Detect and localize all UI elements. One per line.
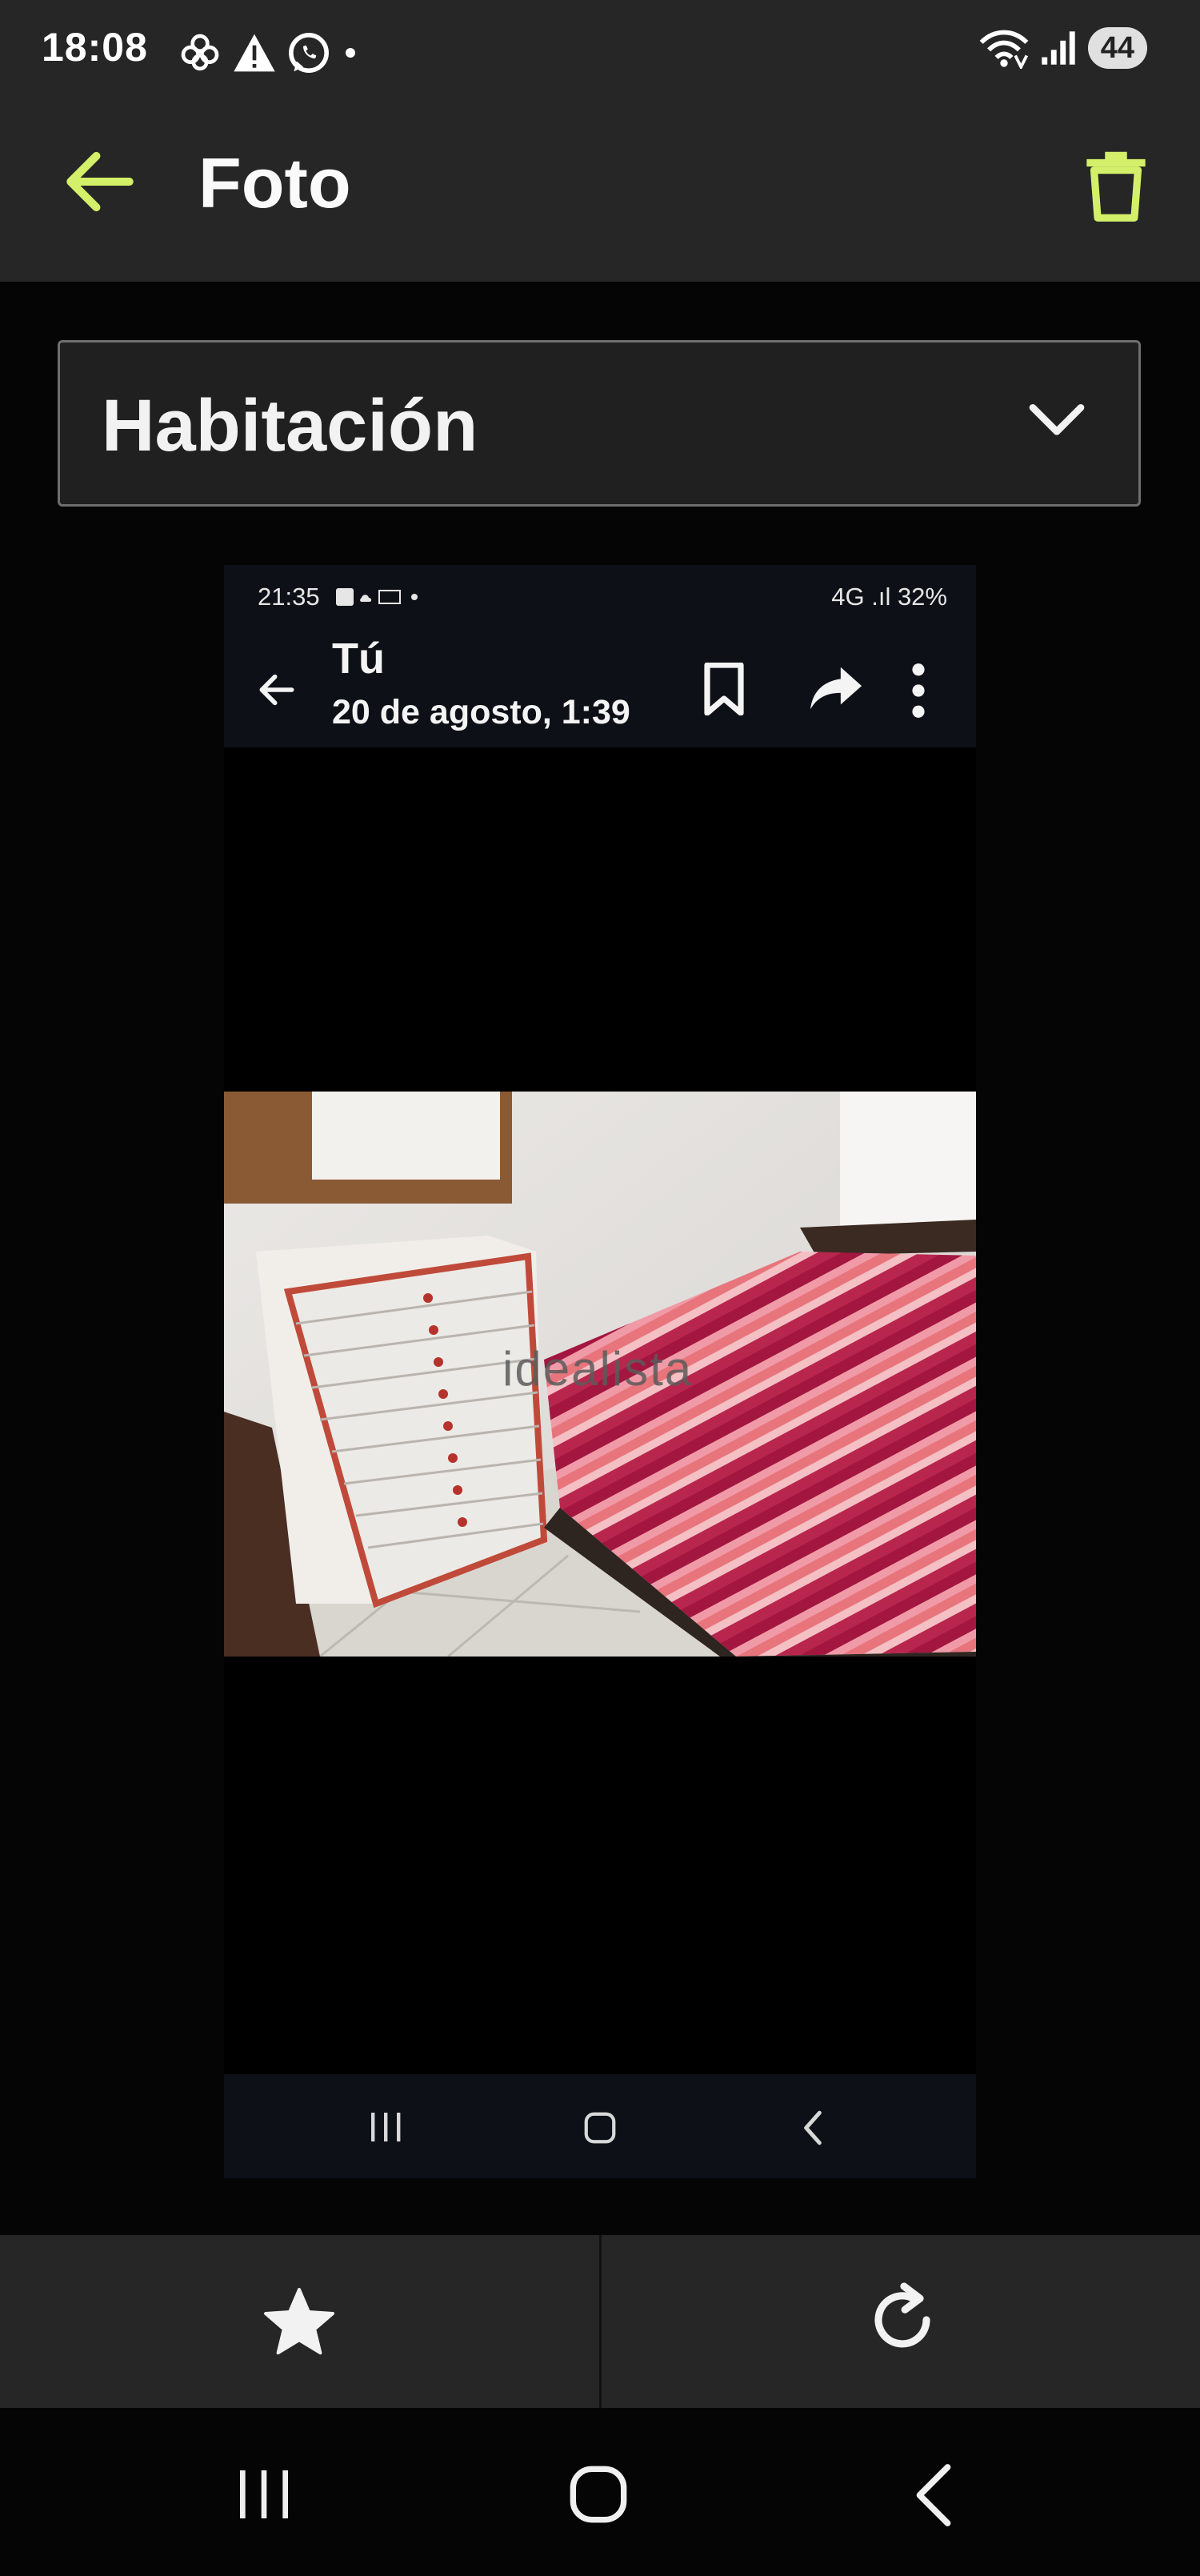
star-icon bbox=[264, 2288, 334, 2355]
home-icon[interactable] bbox=[566, 2462, 630, 2526]
inner-header: Tú 20 de agosto, 1:39 bbox=[224, 626, 976, 747]
home-icon bbox=[584, 2112, 616, 2144]
category-select[interactable]: Habitación bbox=[58, 340, 1141, 507]
status-icons-left bbox=[178, 29, 360, 77]
watermark: idealista bbox=[502, 1342, 694, 1396]
status-time: 18:08 bbox=[42, 25, 148, 70]
inner-date: 20 de agosto, 1:39 bbox=[332, 693, 630, 731]
recents-icon[interactable] bbox=[232, 2464, 296, 2525]
recents-icon bbox=[371, 2113, 401, 2141]
back-nav-icon[interactable] bbox=[906, 2461, 962, 2530]
action-bar bbox=[0, 2235, 1200, 2408]
status-bar: 18:08 44 bbox=[0, 0, 1200, 104]
back-nav-icon bbox=[804, 2110, 822, 2145]
signal-icon bbox=[1042, 31, 1075, 65]
page-title: Foto bbox=[198, 143, 351, 222]
whatsapp-icon bbox=[289, 33, 329, 73]
arrow-left-icon bbox=[66, 151, 134, 212]
wifi-icon bbox=[979, 30, 1029, 69]
photo-preview: 21:35 4G .ıl 32% Tú 20 de agosto, 1:39 i… bbox=[224, 565, 976, 2178]
inner-sender: Tú bbox=[332, 635, 385, 683]
chevron-down-icon bbox=[1029, 404, 1085, 435]
bedroom-photo: idealista bbox=[224, 1092, 976, 1657]
arrow-left-icon bbox=[259, 674, 294, 706]
rotate-icon bbox=[874, 2282, 930, 2348]
system-nav-bar bbox=[0, 2408, 1200, 2576]
bookmark-icon bbox=[704, 663, 744, 715]
inner-status-bar: 21:35 4G .ıl 32% bbox=[224, 565, 976, 626]
share-icon bbox=[810, 667, 862, 710]
back-button[interactable] bbox=[56, 138, 144, 226]
more-vertical-icon bbox=[912, 663, 925, 718]
rotate-button[interactable] bbox=[602, 2235, 1200, 2408]
dot-icon bbox=[346, 48, 355, 58]
app-bar bbox=[0, 104, 1200, 282]
favorite-button[interactable] bbox=[0, 2235, 599, 2408]
delete-button[interactable] bbox=[1072, 141, 1160, 229]
battery-indicator: 44 bbox=[1087, 27, 1147, 69]
flower-notification-icon bbox=[181, 34, 219, 71]
inner-status-icons bbox=[336, 588, 418, 606]
trash-icon bbox=[1086, 151, 1146, 222]
status-right: 44 bbox=[979, 27, 1147, 69]
inner-status-time: 21:35 bbox=[258, 583, 320, 611]
inner-nav-bar bbox=[224, 2074, 976, 2178]
inner-status-right: 4G .ıl 32% bbox=[831, 583, 947, 611]
warning-icon bbox=[234, 34, 275, 72]
category-value: Habitación bbox=[102, 385, 478, 467]
